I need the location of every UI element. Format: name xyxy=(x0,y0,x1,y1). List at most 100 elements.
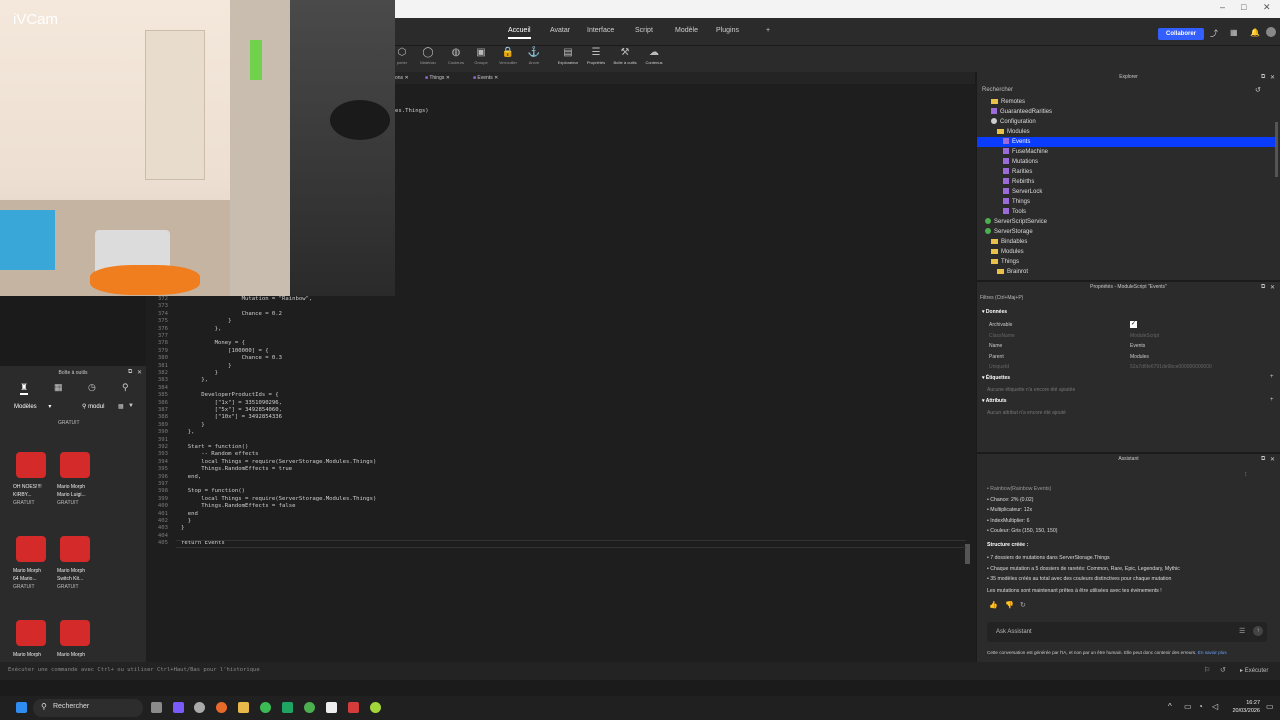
code-line[interactable]: } xyxy=(181,518,191,524)
command-input[interactable]: Exécuter une commande avec Ctrl+ ou util… xyxy=(8,667,260,673)
recent-icon[interactable]: ◷ xyxy=(88,382,96,393)
section-attributes[interactable]: ▾ Attributs xyxy=(982,398,1007,404)
gear-icon[interactable] xyxy=(194,702,205,713)
popout-icon[interactable]: ⧉ xyxy=(1261,74,1265,81)
history-icon[interactable]: ↺ xyxy=(1220,666,1226,674)
thumbs-down-icon[interactable]: 👎 xyxy=(1005,601,1014,609)
explorer-item[interactable]: Modules xyxy=(977,127,1275,137)
wifi-icon[interactable]: ◔ xyxy=(1198,702,1203,711)
property-value[interactable]: 52a7d6fe6791de9bce000000000000 xyxy=(1130,364,1212,370)
explorer-item[interactable]: Remotes xyxy=(977,97,1275,107)
assistant-input[interactable]: Ask Assistant ☰ ↑ xyxy=(987,622,1267,642)
code-line[interactable]: DeveloperProductIds = { xyxy=(181,392,278,398)
section-data[interactable]: ▾ Données xyxy=(982,309,1007,315)
close-icon[interactable]: ✕ xyxy=(1263,2,1271,13)
explorer-item[interactable]: ServerScriptService xyxy=(977,217,1275,227)
chrome-icon[interactable] xyxy=(260,702,271,713)
network-icon[interactable]: ▭ xyxy=(1184,702,1192,711)
category-dropdown[interactable]: Modèles ▾ xyxy=(14,403,51,410)
contents-button[interactable]: ☁ Contenus xyxy=(639,46,669,65)
code-line[interactable]: } xyxy=(181,422,204,428)
firefox-icon[interactable] xyxy=(216,702,227,713)
code-line[interactable]: Chance = 0.3 xyxy=(181,355,282,361)
retry-icon[interactable]: ↻ xyxy=(1020,601,1026,609)
add-tag-icon[interactable]: + xyxy=(1270,374,1274,380)
toolbox-item[interactable]: Mario Morph Switch Kit... GRATUIT xyxy=(54,532,96,612)
menu-icon[interactable]: ⫶ xyxy=(1245,472,1247,479)
app-icon[interactable] xyxy=(304,702,315,713)
code-line[interactable]: Stop = function() xyxy=(181,488,245,494)
sort-icon[interactable]: ▦ xyxy=(118,403,124,410)
close-icon[interactable]: ✕ xyxy=(1270,74,1275,81)
marketplace-icon[interactable]: ▦ xyxy=(54,382,63,393)
windows-start-icon[interactable] xyxy=(16,702,27,713)
bell-icon[interactable]: 🔔 xyxy=(1250,28,1260,37)
explorer-item[interactable]: Modules xyxy=(977,247,1275,257)
learn-more-link[interactable]: En savoir plus xyxy=(1198,650,1227,655)
properties-button[interactable]: ☰ Propriétés xyxy=(581,46,611,65)
explorer-button[interactable]: ▤ Explorateur xyxy=(553,46,583,65)
notification-icon[interactable]: ▭ xyxy=(1266,702,1274,711)
share-icon[interactable]: ⤴ xyxy=(1210,28,1218,39)
roblox-studio-icon[interactable] xyxy=(326,702,337,713)
taskbar-search[interactable]: ⚲ Rechercher xyxy=(33,699,143,717)
close-icon[interactable]: ✕ xyxy=(1270,284,1275,291)
bookmark-icon[interactable]: ⚐ xyxy=(1204,666,1210,674)
tab-home[interactable]: Accueil xyxy=(508,27,531,39)
explorer-item[interactable]: Mutations xyxy=(977,157,1275,167)
explorer-item[interactable]: Things xyxy=(977,257,1275,267)
volume-icon[interactable]: ◁ xyxy=(1212,702,1218,711)
minimize-icon[interactable]: – xyxy=(1220,2,1225,12)
toolbox-search[interactable]: ⚲ modul xyxy=(82,403,104,410)
code-line[interactable]: Things.RandomEffects = false xyxy=(181,503,295,509)
code-line[interactable]: } xyxy=(181,318,231,324)
toolbox-item[interactable]: Mario Morph xyxy=(54,616,96,696)
code-line[interactable]: }, xyxy=(181,326,222,332)
pin-icon[interactable]: ⚲ xyxy=(122,382,129,393)
tab-plugins[interactable]: Plugins xyxy=(716,27,739,34)
property-value[interactable]: ModuleScript xyxy=(1130,333,1159,339)
properties-filter[interactable]: Filtres (Ctrl+Maj+P) xyxy=(980,295,1023,301)
tab-script[interactable]: Script xyxy=(635,27,653,34)
settings-icon[interactable]: ☰ xyxy=(1239,627,1245,635)
history-icon[interactable]: ↺ xyxy=(1255,86,1261,94)
code-line[interactable]: Chance = 0.2 xyxy=(181,311,282,317)
popout-icon[interactable]: ⧉ xyxy=(1261,456,1265,463)
explorer-item[interactable]: Configuration xyxy=(977,117,1275,127)
code-line[interactable]: ["1x"] = 3351090296, xyxy=(181,400,282,406)
close-icon[interactable]: ✕ xyxy=(1270,456,1275,463)
code-line[interactable]: local Things = require(ServerStorage.Mod… xyxy=(181,459,376,465)
toolbox-item[interactable]: Mario Morph 64 Mario... GRATUIT xyxy=(10,532,52,612)
explorer-item[interactable]: Brainrot xyxy=(977,267,1275,277)
tab-avatar[interactable]: Avatar xyxy=(550,27,570,34)
property-value[interactable]: Modules xyxy=(1130,354,1149,360)
folder-icon[interactable] xyxy=(238,702,249,713)
doc-tab[interactable]: ons ✕ xyxy=(395,73,409,83)
code-line[interactable]: Start = function() xyxy=(181,444,249,450)
code-line[interactable]: end, xyxy=(181,474,201,480)
popout-icon[interactable]: ⧉ xyxy=(1261,284,1265,291)
app-icon[interactable] xyxy=(173,702,184,713)
tab-interface[interactable]: Interface xyxy=(587,27,614,34)
add-tab-icon[interactable]: + xyxy=(766,27,770,34)
section-tags[interactable]: ▾ Étiquettes xyxy=(982,375,1010,381)
explorer-item[interactable]: ServerStorage xyxy=(977,227,1275,237)
explorer-search[interactable]: Rechercher xyxy=(982,87,1013,93)
doc-tab-events[interactable]: ■ Events ✕ xyxy=(473,73,498,83)
explorer-item[interactable]: Bindables xyxy=(977,237,1275,247)
tray-chevron-icon[interactable]: ^ xyxy=(1168,702,1172,711)
filter-icon[interactable]: ▼ xyxy=(128,403,134,409)
material-button[interactable]: ◯ Matériau xyxy=(413,46,443,65)
code-line[interactable]: end xyxy=(181,511,198,517)
thumbs-up-icon[interactable]: 👍 xyxy=(989,601,998,609)
explorer-item[interactable]: Rarities xyxy=(977,167,1275,177)
maximize-icon[interactable]: □ xyxy=(1241,2,1246,12)
code-line[interactable]: -- Random effects xyxy=(181,451,258,457)
toolbox-button[interactable]: ⚒ Boîte à outils xyxy=(610,46,640,65)
run-button[interactable]: ▸ Exécuter xyxy=(1240,667,1268,674)
code-line[interactable]: Mutation = "Rainbow", xyxy=(181,296,313,302)
code-line[interactable]: [100000] = { xyxy=(181,348,268,354)
code-line[interactable]: local Things = require(ServerStorage.Mod… xyxy=(181,496,376,502)
explorer-item[interactable]: FuseMachine xyxy=(977,147,1275,157)
app-icon[interactable] xyxy=(282,702,293,713)
